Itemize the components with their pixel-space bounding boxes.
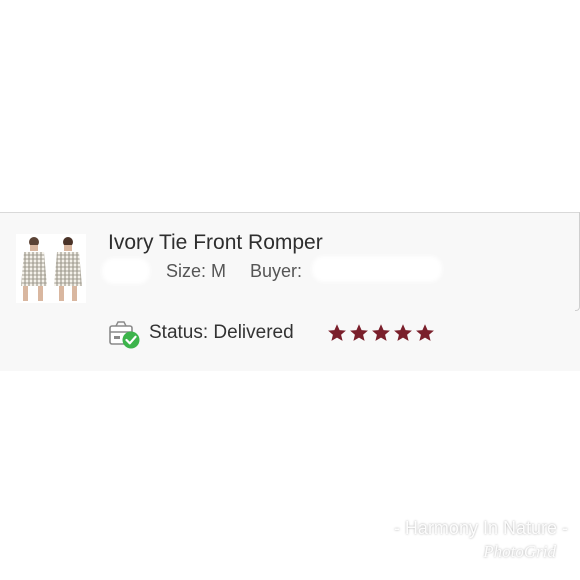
star-icon [416,324,434,341]
redacted-seller [102,258,150,284]
watermark-text: - Harmony In Nature - [393,518,568,538]
watermark-logo: PhotoGrid [483,542,556,561]
rating-stars [327,323,435,345]
star-icon [394,324,412,341]
product-title[interactable]: Ivory Tie Front Romper [108,231,323,255]
package-delivered-icon [108,320,142,350]
star-icon [350,324,368,341]
card-edge [575,212,580,311]
size-label: Size: M [166,261,227,281]
buyer-label: Buyer: [250,261,303,281]
product-thumbnail[interactable] [16,234,86,303]
star-icon [372,324,390,341]
order-status: Status: Delivered [149,322,294,343]
star-icon [328,324,346,341]
redacted-buyer-name [312,256,442,282]
